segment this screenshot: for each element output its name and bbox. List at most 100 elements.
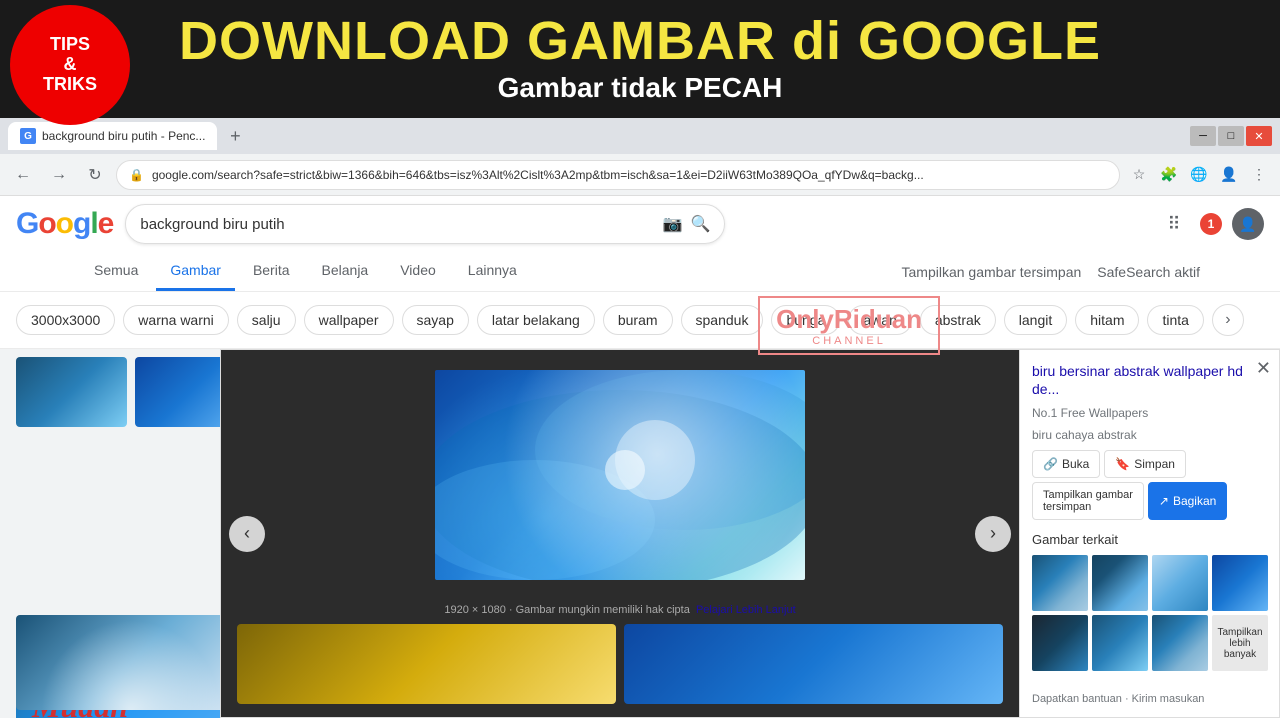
apps-icon[interactable]: ⠿ xyxy=(1158,208,1190,240)
overlay-prev-button[interactable]: ‹ xyxy=(229,516,265,552)
tab-semua[interactable]: Semua xyxy=(80,252,152,291)
top-row-thumbs xyxy=(16,357,246,427)
maximize-button[interactable]: □ xyxy=(1218,126,1244,146)
open-icon: 🔗 xyxy=(1043,457,1058,471)
overlay-image-section: ‹ xyxy=(221,350,1019,717)
google-page: Google background biru putih 📷 🔍 OnlyRid… xyxy=(0,196,1280,720)
filter-chips: 3000x3000 warna warni salju wallpaper sa… xyxy=(0,292,1280,349)
related-thumb-1[interactable] xyxy=(1032,555,1088,611)
chip-spanduk[interactable]: spanduk xyxy=(681,305,764,335)
tab-video[interactable]: Video xyxy=(386,252,450,291)
refresh-button[interactable]: ↻ xyxy=(80,160,110,190)
extensions-icon[interactable]: 🧩 xyxy=(1156,162,1182,188)
overlay-close-button[interactable]: ✕ xyxy=(1256,358,1271,379)
thumb-blue-bottom[interactable] xyxy=(624,624,1003,704)
youtube-header: DOWNLOAD GAMBAR di GOOGLE Gambar tidak P… xyxy=(0,0,1280,118)
related-thumb-6[interactable] xyxy=(1092,615,1148,671)
title-block: DOWNLOAD GAMBAR di GOOGLE Gambar tidak P… xyxy=(179,14,1101,104)
tab-berita[interactable]: Berita xyxy=(239,252,304,291)
tab-gambar[interactable]: Gambar xyxy=(156,252,235,291)
search-query: background biru putih xyxy=(140,216,654,233)
overlay-info-section: ✕ biru bersinar abstrak wallpaper hd de.… xyxy=(1019,350,1279,717)
overlay-title: biru bersinar abstrak wallpaper hd de... xyxy=(1032,362,1267,398)
save-button[interactable]: 🔖 Simpan xyxy=(1104,450,1186,478)
search-bar[interactable]: background biru putih 📷 🔍 xyxy=(125,204,725,244)
watermark-channel: CHANNEL xyxy=(776,335,922,347)
see-more-button[interactable]: Tampilkan lebih banyak xyxy=(1212,615,1268,671)
share-button[interactable]: ↗ Bagikan xyxy=(1148,482,1227,520)
header-right: ⠿ 1 👤 xyxy=(1158,208,1264,240)
overlay-source: No.1 Free Wallpapers xyxy=(1032,406,1267,420)
overlay-next-button[interactable]: › xyxy=(975,516,1011,552)
chip-wallpaper[interactable]: wallpaper xyxy=(304,305,394,335)
thumb-gold[interactable] xyxy=(237,624,616,704)
bookmark-icon[interactable]: ☆ xyxy=(1126,162,1152,188)
overlay-desc: biru cahaya abstrak xyxy=(1032,428,1267,442)
chip-langit[interactable]: langit xyxy=(1004,305,1067,335)
tab-lainnya[interactable]: Lainnya xyxy=(454,252,531,291)
overlay-main-image xyxy=(435,370,805,580)
chip-salju[interactable]: salju xyxy=(237,305,296,335)
show-saved-label: Tampilkan gambartersimpan xyxy=(1043,489,1133,513)
related-thumb-3[interactable] xyxy=(1152,555,1208,611)
open-button[interactable]: 🔗 Buka xyxy=(1032,450,1100,478)
chip-sayap[interactable]: sayap xyxy=(402,305,469,335)
browser-toolbar: ← → ↻ 🔒 google.com/search?safe=strict&bi… xyxy=(0,154,1280,196)
new-tab-button[interactable]: + xyxy=(221,122,249,150)
thumb-snow[interactable] xyxy=(16,615,246,710)
minimize-button[interactable]: ─ xyxy=(1190,126,1216,146)
google-header: Google background biru putih 📷 🔍 OnlyRid… xyxy=(0,196,1280,252)
save-label: Simpan xyxy=(1134,457,1175,471)
chip-latar[interactable]: latar belakang xyxy=(477,305,595,335)
show-saved-button[interactable]: Tampilkan gambartersimpan xyxy=(1032,482,1144,520)
window-controls: ─ □ ✕ xyxy=(1190,126,1272,146)
related-thumb-2[interactable] xyxy=(1092,555,1148,611)
overlay-top: ‹ xyxy=(221,350,1279,717)
saved-images-link[interactable]: Tampilkan gambar tersimpan xyxy=(902,264,1082,280)
profile-icon[interactable]: 👤 xyxy=(1216,162,1242,188)
back-button[interactable]: ← xyxy=(8,160,38,190)
address-bar[interactable]: 🔒 google.com/search?safe=strict&biw=1366… xyxy=(116,160,1120,190)
chip-hitam[interactable]: hitam xyxy=(1075,305,1139,335)
tab-label: background biru putih - Penc... xyxy=(42,129,205,143)
watermark-brand: OnlyRiduan xyxy=(776,304,922,335)
address-text: google.com/search?safe=strict&biw=1366&b… xyxy=(152,168,1107,182)
toolbar-icons: ☆ 🧩 🌐 👤 ⋮ xyxy=(1126,162,1272,188)
related-grid: Tampilkan lebih banyak xyxy=(1032,555,1267,671)
open-label: Buka xyxy=(1062,457,1089,471)
learn-more-link[interactable]: Pelajari Lebih Lanjut xyxy=(696,604,796,616)
chip-tinta[interactable]: tinta xyxy=(1147,305,1203,335)
thumb-blue-circle[interactable] xyxy=(16,357,127,427)
nav-right: Tampilkan gambar tersimpan SafeSearch ak… xyxy=(902,264,1200,280)
bottom-image-row xyxy=(221,624,1019,712)
browser-tab[interactable]: G background biru putih - Penc... xyxy=(8,122,217,150)
chip-buram[interactable]: buram xyxy=(603,305,673,335)
image-overlay-panel: ‹ xyxy=(220,349,1280,718)
tab-belanja[interactable]: Belanja xyxy=(308,252,383,291)
save-icon: 🔖 xyxy=(1115,457,1130,471)
tab-favicon: G xyxy=(20,128,36,144)
google-logo: Google xyxy=(16,207,113,241)
browser-window: G background biru putih - Penc... + ─ □ … xyxy=(0,118,1280,720)
watermark: OnlyRiduan CHANNEL xyxy=(758,296,940,355)
menu-icon[interactable]: ⋮ xyxy=(1246,162,1272,188)
chip-3000[interactable]: 3000x3000 xyxy=(16,305,115,335)
avatar[interactable]: 👤 xyxy=(1232,208,1264,240)
related-thumb-5[interactable] xyxy=(1032,615,1088,671)
help-link[interactable]: Dapatkan bantuan · Kirim masukan xyxy=(1032,693,1267,705)
related-thumb-7[interactable] xyxy=(1152,615,1208,671)
chips-next-button[interactable]: › xyxy=(1212,304,1244,336)
camera-search-icon[interactable]: 📷 xyxy=(663,214,683,234)
close-button[interactable]: ✕ xyxy=(1246,126,1272,146)
safesearch-toggle[interactable]: SafeSearch aktif xyxy=(1097,264,1200,280)
forward-button[interactable]: → xyxy=(44,160,74,190)
chip-warna[interactable]: warna warni xyxy=(123,305,228,335)
share-icon: ↗ xyxy=(1159,494,1169,508)
search-icon[interactable]: 🔍 xyxy=(690,214,710,234)
overlay-actions: 🔗 Buka 🔖 Simpan Tampilkan gambartersimpa… xyxy=(1032,450,1267,520)
notification-badge[interactable]: 1 xyxy=(1200,213,1222,235)
left-thumbnails: & Mudah Cepat xyxy=(16,357,246,710)
globe-icon[interactable]: 🌐 xyxy=(1186,162,1212,188)
share-label: Bagikan xyxy=(1173,494,1216,508)
related-thumb-4[interactable] xyxy=(1212,555,1268,611)
